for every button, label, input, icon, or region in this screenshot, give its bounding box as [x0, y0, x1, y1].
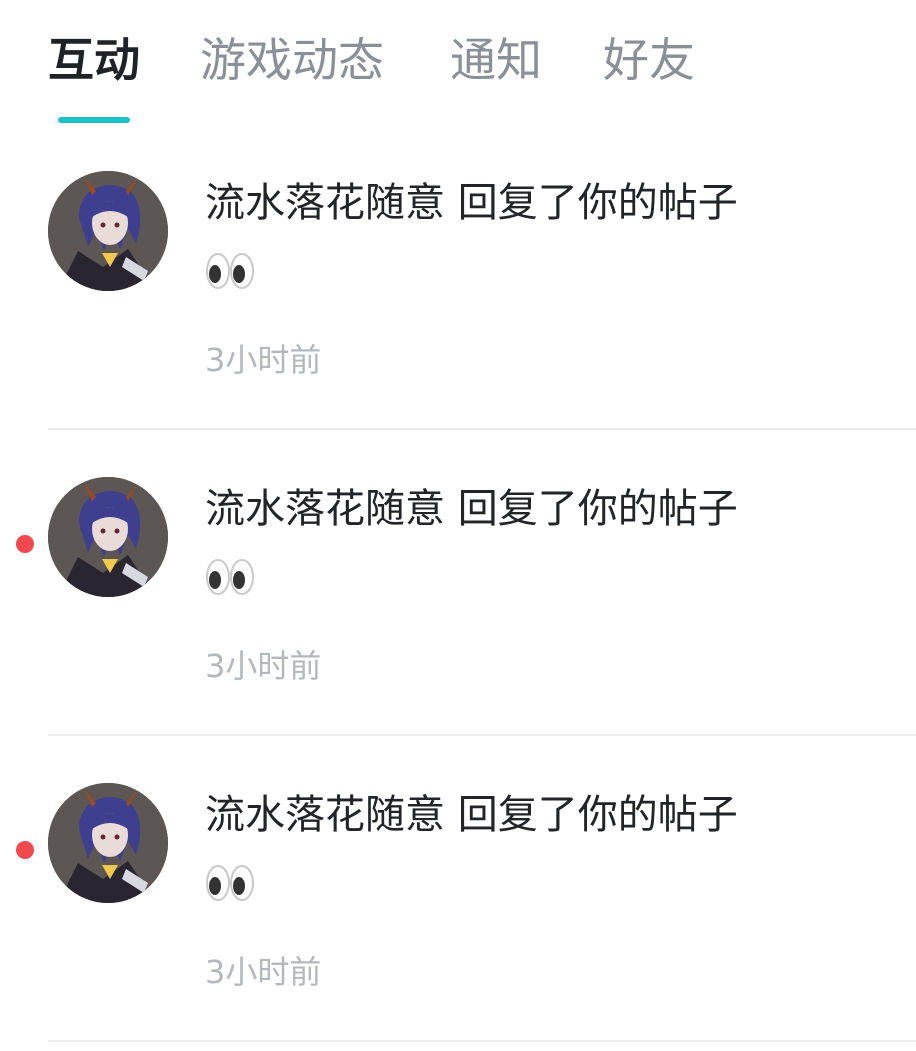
notification-item[interactable]: 流水落花随意 回复了你的帖子 3小时前: [0, 430, 916, 736]
notification-time: 3小时前: [205, 647, 322, 685]
notification-title: 流水落花随意 回复了你的帖子: [205, 792, 738, 838]
notification-list: 流水落花随意 回复了你的帖子 3小时前 流水落花随意 回复了你的帖子 3小时前 …: [0, 124, 916, 1042]
item-divider: [48, 1040, 916, 1042]
tab-interaction[interactable]: 互动: [48, 32, 140, 88]
user-avatar[interactable]: [48, 783, 168, 903]
notification-title: 流水落花随意 回复了你的帖子: [205, 486, 738, 532]
avatar-image: [48, 783, 168, 903]
notification-item[interactable]: 流水落花随意 回复了你的帖子 3小时前: [0, 736, 916, 1042]
notification-content: [205, 248, 255, 292]
notification-content: [205, 860, 255, 904]
tab-notifications[interactable]: 通知: [450, 32, 542, 88]
notification-item[interactable]: 流水落花随意 回复了你的帖子 3小时前: [0, 124, 916, 430]
active-tab-indicator: [58, 117, 130, 123]
tab-game-updates[interactable]: 游戏动态: [200, 32, 384, 88]
tab-friends[interactable]: 好友: [603, 32, 695, 88]
eyes-emoji-icon: [206, 253, 254, 289]
unread-dot-icon: [16, 535, 34, 553]
tab-bar: 互动 游戏动态 通知 好友: [0, 0, 916, 130]
notification-time: 3小时前: [205, 953, 322, 991]
eyes-emoji-icon: [206, 865, 254, 901]
unread-dot-icon: [16, 841, 34, 859]
avatar-image: [48, 171, 168, 291]
user-avatar[interactable]: [48, 171, 168, 291]
notification-content: [205, 554, 255, 598]
eyes-emoji-icon: [206, 559, 254, 595]
avatar-image: [48, 477, 168, 597]
notification-time: 3小时前: [205, 341, 322, 379]
notification-title: 流水落花随意 回复了你的帖子: [205, 180, 738, 226]
user-avatar[interactable]: [48, 477, 168, 597]
